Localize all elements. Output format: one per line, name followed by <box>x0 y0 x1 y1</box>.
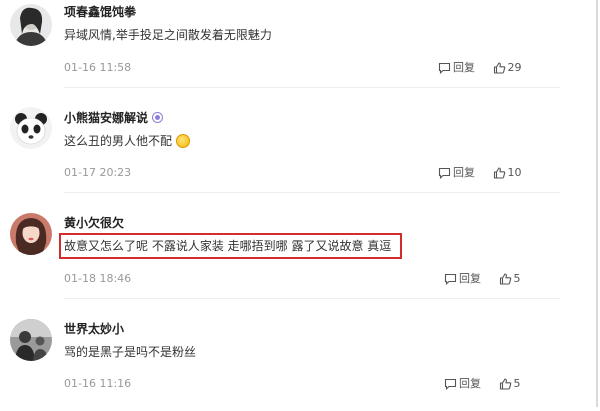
like-button[interactable]: 10 <box>493 166 522 180</box>
comment-text: 骂的是黑子是吗不是粉丝 <box>64 345 197 359</box>
comment-text: 这么丑的男人他不配 <box>64 133 191 149</box>
thumbs-up-icon <box>493 62 505 74</box>
timestamp: 01-16 11:58 <box>64 61 132 74</box>
highlight-box <box>59 233 402 259</box>
username[interactable]: 项春鑫馄饨拳 <box>64 4 136 20</box>
comment-bubble-icon <box>438 167 451 179</box>
like-count: 5 <box>513 272 521 285</box>
comment-actions: 回复 5 <box>444 377 521 394</box>
verified-badge-icon <box>152 112 164 123</box>
username[interactable]: 黄小欠很欠 <box>64 215 124 231</box>
comment-actions: 回复 10 <box>438 166 522 183</box>
reply-button[interactable]: 回复 <box>438 61 475 75</box>
avatar[interactable] <box>10 107 52 149</box>
comment-list: 项春鑫馄饨拳 异域风情,举手投足之间散发着无限魅力 01-16 11:58 回复… <box>0 0 598 407</box>
like-button[interactable]: 5 <box>499 272 521 286</box>
comment-item: 世界太妙小 骂的是黑子是吗不是粉丝 01-16 11:16 回复 5 <box>0 311 560 411</box>
comment-item: 小熊猫安娜解说 这么丑的男人他不配 01-17 20:23 回复 10 <box>0 100 560 200</box>
reply-button[interactable]: 回复 <box>444 272 481 286</box>
avatar[interactable] <box>10 4 52 46</box>
comment-text-content: 这么丑的男人他不配 <box>64 134 173 148</box>
comment-item: 项春鑫馄饨拳 异域风情,举手投足之间散发着无限魅力 01-16 11:58 回复… <box>0 0 560 100</box>
timestamp: 01-16 11:16 <box>64 377 132 390</box>
username[interactable]: 世界太妙小 <box>64 321 124 337</box>
comment-bubble-icon <box>444 273 457 285</box>
divider <box>64 298 560 299</box>
username-row: 小熊猫安娜解说 <box>64 110 164 126</box>
comment-actions: 回复 5 <box>444 272 521 289</box>
thumbs-up-icon <box>493 167 505 179</box>
like-count: 10 <box>507 166 522 179</box>
reply-label: 回复 <box>453 61 475 74</box>
reply-button[interactable]: 回复 <box>444 377 481 391</box>
thumbs-up-icon <box>499 378 511 390</box>
avatar[interactable] <box>10 319 52 361</box>
timestamp: 01-17 20:23 <box>64 166 132 179</box>
username[interactable]: 小熊猫安娜解说 <box>64 111 148 125</box>
comment-bubble-icon <box>444 378 457 390</box>
divider <box>64 192 560 193</box>
smile-emoji-icon <box>176 134 191 148</box>
comment-actions: 回复 29 <box>438 61 522 78</box>
like-button[interactable]: 5 <box>499 377 521 391</box>
reply-button[interactable]: 回复 <box>438 166 475 180</box>
timestamp: 01-18 18:46 <box>64 272 132 285</box>
thumbs-up-icon <box>499 273 511 285</box>
like-count: 5 <box>513 377 521 390</box>
reply-label: 回复 <box>459 377 481 390</box>
reply-label: 回复 <box>453 166 475 179</box>
reply-label: 回复 <box>459 272 481 285</box>
like-button[interactable]: 29 <box>493 61 522 75</box>
comment-bubble-icon <box>438 62 451 74</box>
divider <box>64 87 560 88</box>
comment-text: 异域风情,举手投足之间散发着无限魅力 <box>64 28 272 42</box>
avatar[interactable] <box>10 213 52 255</box>
like-count: 29 <box>507 61 522 74</box>
